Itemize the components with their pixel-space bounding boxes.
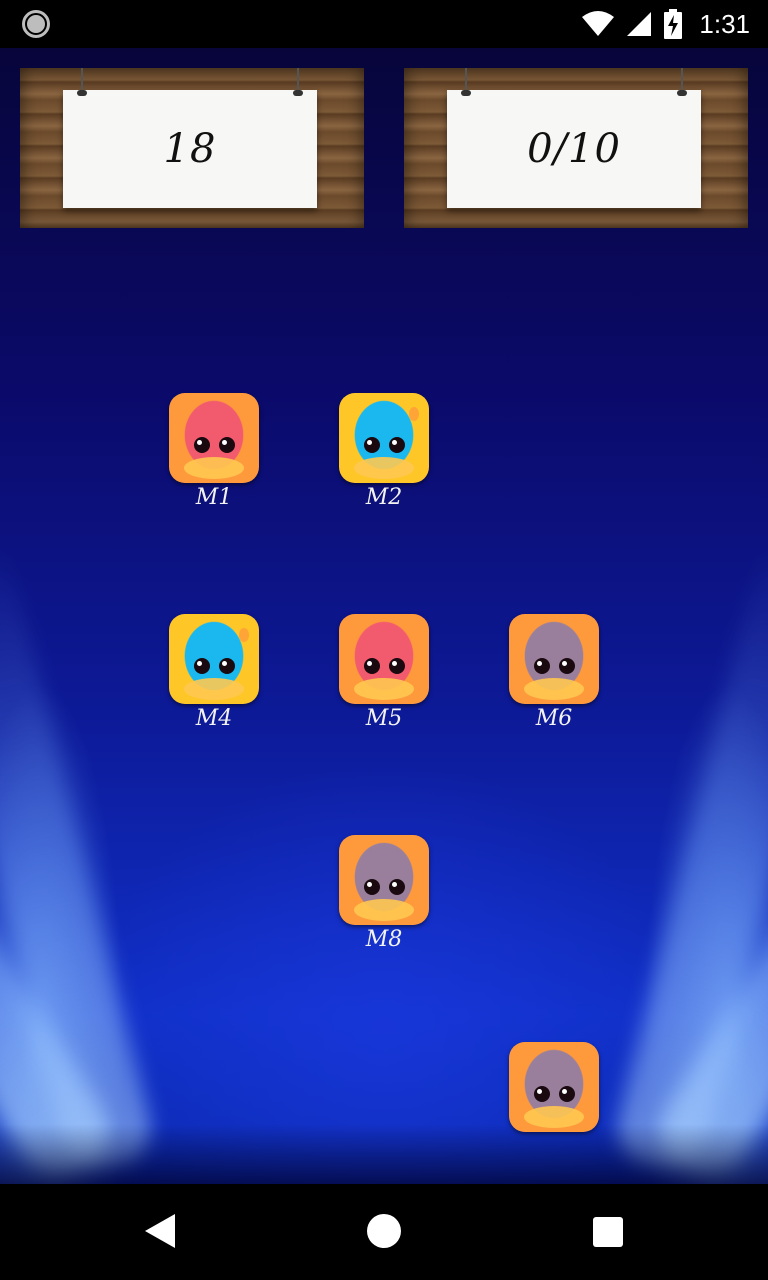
monster-eye [364, 437, 380, 453]
monster-tile-m1[interactable] [169, 393, 259, 483]
monster-spot [239, 628, 249, 642]
pin-icon [461, 68, 471, 96]
monster-eye [559, 1086, 575, 1102]
monster-label: M5 [365, 706, 403, 731]
monster-spot [579, 628, 589, 642]
pin-icon [677, 68, 687, 96]
monster-eye [389, 879, 405, 895]
monster-eye [559, 658, 575, 674]
monster-spot [409, 849, 419, 863]
monster-spot [239, 407, 249, 421]
game-stage: 18 0/10 M1 M2 M4 M5 M6 M8 [0, 48, 768, 1184]
monster-eye [389, 437, 405, 453]
monster-cheeks [354, 899, 414, 921]
status-bar: 1:31 [0, 0, 768, 48]
battery-charging-icon [664, 9, 683, 39]
pin-icon [77, 68, 87, 96]
timer-board: 18 [20, 68, 364, 228]
back-icon[interactable] [145, 1214, 175, 1248]
pin-icon [293, 68, 303, 96]
signal-icon [627, 12, 652, 36]
monster-eye [534, 658, 550, 674]
stage-floor [0, 1124, 768, 1184]
monster-tile-m2[interactable] [339, 393, 429, 483]
monster-eye [364, 879, 380, 895]
monster-cheeks [184, 678, 244, 700]
wifi-icon [582, 11, 615, 36]
monster-eye [194, 437, 210, 453]
progress-board: 0/10 [404, 68, 748, 228]
monster-cheeks [184, 457, 244, 479]
progress-value: 0/10 [527, 126, 621, 172]
monster-spot [579, 1056, 589, 1070]
progress-sign: 0/10 [447, 68, 701, 208]
monster-eye [364, 658, 380, 674]
monster-tile-m5[interactable] [339, 614, 429, 704]
monster-eye [194, 658, 210, 674]
monster-tile-m6[interactable] [509, 614, 599, 704]
monster-cheeks [354, 457, 414, 479]
status-icons: 1:31 [581, 6, 750, 42]
monster-cheeks [524, 1106, 584, 1128]
monster-label: M1 [195, 485, 233, 510]
monster-cheeks [354, 678, 414, 700]
monster-cheeks [524, 678, 584, 700]
timer-sign: 18 [63, 68, 317, 208]
monster-spot [409, 628, 419, 642]
recents-icon[interactable] [593, 1217, 623, 1247]
monster-eye [534, 1086, 550, 1102]
clock: 1:31 [699, 8, 750, 39]
monster-eye [389, 658, 405, 674]
monster-eye [219, 658, 235, 674]
monster-label: M4 [195, 706, 233, 731]
record-icon [22, 10, 50, 38]
monster-spot [409, 407, 419, 421]
home-icon[interactable] [367, 1214, 401, 1248]
monster-label: M6 [535, 706, 573, 731]
timer-value: 18 [163, 126, 217, 172]
monster-label: M2 [365, 485, 403, 510]
monster-tile-m8[interactable] [339, 835, 429, 925]
monster-label: M8 [365, 927, 403, 952]
monster-tile-m4[interactable] [169, 614, 259, 704]
monster-tile-falling[interactable] [509, 1042, 599, 1132]
monster-eye [219, 437, 235, 453]
